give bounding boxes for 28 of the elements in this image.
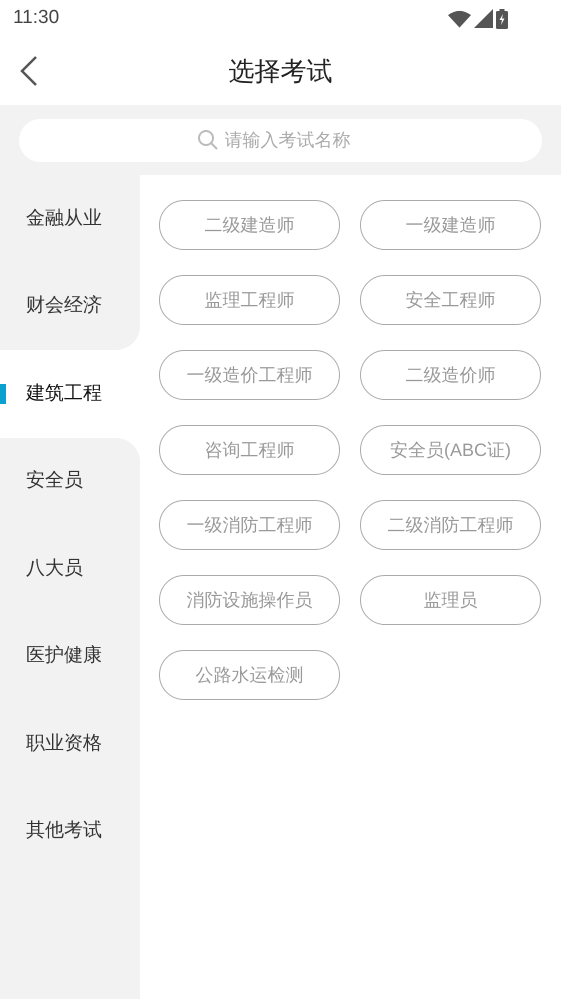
sidebar-item[interactable]: 八大员 bbox=[0, 525, 140, 612]
sidebar-item[interactable]: 财会经济 bbox=[0, 262, 140, 350]
signal-icon bbox=[474, 9, 493, 28]
exam-option[interactable]: 二级造价师 bbox=[360, 350, 541, 400]
exam-option[interactable]: 安全员(ABC证) bbox=[360, 425, 541, 475]
search-icon bbox=[196, 129, 218, 151]
status-time: 11:30 bbox=[13, 6, 60, 30]
sidebar-item[interactable]: 职业资格 bbox=[0, 700, 140, 788]
exam-option[interactable]: 一级造价工程师 bbox=[159, 350, 340, 400]
exam-option[interactable]: 监理员 bbox=[360, 575, 541, 625]
battery-icon bbox=[496, 8, 508, 28]
exam-option[interactable]: 安全工程师 bbox=[360, 275, 541, 325]
sidebar-item[interactable]: 安全员 bbox=[0, 438, 140, 525]
sidebar-item[interactable]: 其他考试 bbox=[0, 788, 140, 875]
sidebar-item[interactable]: 金融从业 bbox=[0, 175, 140, 262]
exam-option[interactable]: 公路水运检测 bbox=[159, 650, 340, 700]
exam-option[interactable]: 二级消防工程师 bbox=[360, 500, 541, 550]
exam-option[interactable]: 一级建造师 bbox=[360, 200, 541, 250]
exam-option[interactable]: 监理工程师 bbox=[159, 275, 340, 325]
back-icon bbox=[20, 55, 38, 87]
page-title: 选择考试 bbox=[228, 54, 332, 88]
wifi-icon bbox=[448, 10, 471, 28]
exam-option[interactable]: 一级消防工程师 bbox=[159, 500, 340, 550]
exam-option[interactable]: 二级建造师 bbox=[159, 200, 340, 250]
exam-option[interactable]: 消防设施操作员 bbox=[159, 575, 340, 625]
search-field[interactable]: 请输入考试名称 bbox=[224, 126, 364, 154]
exam-option[interactable]: 咨询工程师 bbox=[159, 425, 340, 475]
sidebar-item[interactable]: 医护健康 bbox=[0, 612, 140, 700]
